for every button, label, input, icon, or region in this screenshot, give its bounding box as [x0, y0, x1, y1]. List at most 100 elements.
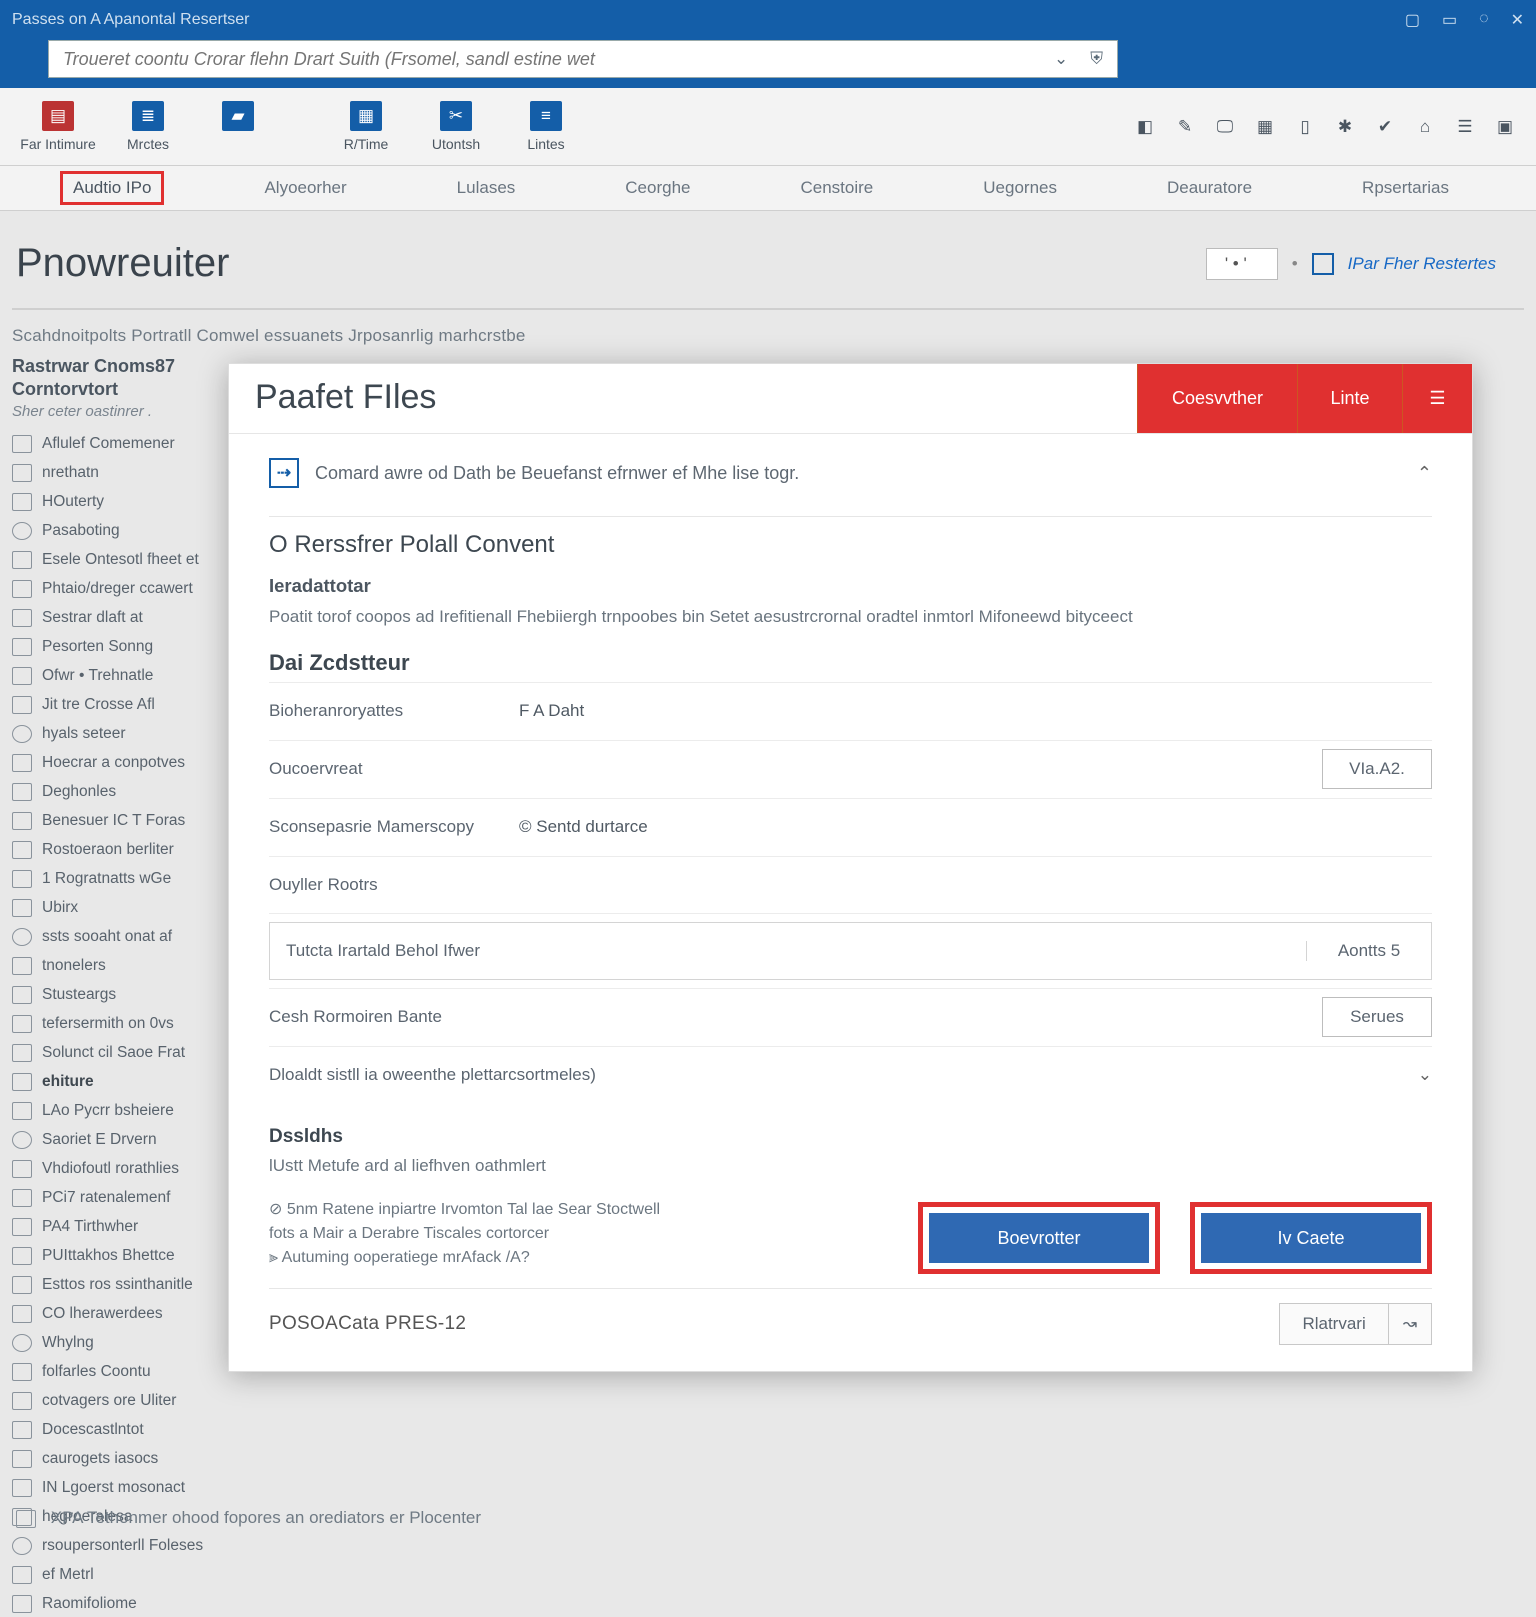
boevrotter-button[interactable]: Boevrotter: [929, 1213, 1149, 1263]
tab-deauratore[interactable]: Deauratore: [1157, 174, 1262, 202]
ribbon-item-rtime[interactable]: ▦R/Time: [326, 101, 406, 152]
sidebar-item[interactable]: HOuterty: [12, 488, 237, 515]
sidebar-item[interactable]: caurogets iasocs: [12, 1445, 237, 1472]
sidebar-item-icon: [12, 1015, 32, 1033]
footer-button[interactable]: Rlatrvari: [1279, 1303, 1388, 1345]
doc-icon[interactable]: ▯: [1292, 114, 1318, 140]
row-cesh: Cesh Rormoiren Bante Serues: [269, 988, 1432, 1046]
doc-icon[interactable]: [1312, 253, 1334, 275]
sidebar-item[interactable]: ef Metrl: [12, 1561, 237, 1588]
sidebar-item[interactable]: Jit tre Crosse Afl: [12, 691, 237, 718]
bars-icon[interactable]: ☰: [1452, 114, 1478, 140]
collapse-icon[interactable]: ⌃: [1417, 463, 1432, 484]
sidebar-item[interactable]: PA4 Tirthwher: [12, 1213, 237, 1240]
sidebar-item[interactable]: Ubirx: [12, 894, 237, 921]
window-help-icon[interactable]: ◌: [1479, 10, 1489, 30]
sidebar-item-label: Ubirx: [42, 899, 78, 917]
sidebar-item[interactable]: ssts sooaht onat af: [12, 923, 237, 950]
ribbon-item-mrctes[interactable]: ≣Mrctes: [108, 101, 188, 152]
sidebar-item[interactable]: Sestrar dlaft at: [12, 604, 237, 631]
sidebar-item[interactable]: nrethatn: [12, 459, 237, 486]
cube-icon[interactable]: ◧: [1132, 114, 1158, 140]
gear-icon[interactable]: ✱: [1332, 114, 1358, 140]
pencil-icon[interactable]: ✎: [1172, 114, 1198, 140]
dialog-hdr-secondary[interactable]: Linte: [1297, 364, 1402, 433]
tab-censtoire[interactable]: Censtoire: [791, 174, 884, 202]
iv-caete-button[interactable]: Iv Caete: [1201, 1213, 1421, 1263]
sidebar-item[interactable]: Pasaboting: [12, 517, 237, 544]
sidebar-item[interactable]: Solunct cil Saoe Frat: [12, 1039, 237, 1066]
shield-icon[interactable]: ⛨: [1090, 49, 1103, 69]
tab-lulases[interactable]: Lulases: [447, 174, 526, 202]
sidebar-item[interactable]: Rostoeraon berliter: [12, 836, 237, 863]
dialog-hdr-primary[interactable]: Coesvvther: [1137, 364, 1297, 433]
sidebar-item[interactable]: hyals seteer: [12, 720, 237, 747]
tab-uegornes[interactable]: Uegornes: [973, 174, 1067, 202]
window-controls: ▢ ▭ ◌ ✕: [1405, 10, 1524, 30]
header-link[interactable]: IPar Fher Restertes: [1348, 254, 1496, 274]
sidebar-item[interactable]: CO lherawerdees: [12, 1300, 237, 1327]
ribbon: ▤Far Intimure ≣Mrctes ▰R/Time ▦R/Time ✂U…: [0, 88, 1536, 166]
sidebar-item[interactable]: Pesorten Sonng: [12, 633, 237, 660]
note-line-3: ⫸ Autuming ooperatiege mrAfack /A?: [269, 1246, 660, 1270]
dialog-hdr-menu-icon[interactable]: ☰: [1402, 364, 1472, 433]
sidebar-item[interactable]: ehiture: [12, 1068, 237, 1095]
sidebar-item[interactable]: PUIttakhos Bhettce: [12, 1242, 237, 1269]
sidebar-item-label: Stusteargs: [42, 986, 116, 1004]
row-disclosure[interactable]: Dloaldt sistll ia oweenthe plettarcsortm…: [269, 1046, 1432, 1104]
tab-alyo[interactable]: Alyoeorher: [254, 174, 356, 202]
sidebar-item[interactable]: Hoecrar a conpotves: [12, 749, 237, 776]
window-restore-icon[interactable]: ▭: [1442, 10, 1457, 30]
search-box[interactable]: ⌄ ⛨: [48, 40, 1118, 78]
sidebar-item[interactable]: IN Lgoerst mosonact: [12, 1474, 237, 1501]
aontts-button[interactable]: Aontts 5: [1306, 941, 1431, 961]
tab-rpsertarias[interactable]: Rpsertarias: [1352, 174, 1459, 202]
sidebar-item[interactable]: Vhdiofoutl rorathlies: [12, 1155, 237, 1182]
sidebar-item[interactable]: Saoriet E Drvern: [12, 1126, 237, 1153]
ribbon-item-notes[interactable]: ▰R/Time: [198, 101, 278, 152]
tab-ceorghe[interactable]: Ceorghe: [615, 174, 700, 202]
sidebar-item[interactable]: rsoupersonterll Foleses: [12, 1532, 237, 1559]
monitor-icon[interactable]: 🖵: [1212, 114, 1238, 140]
chevron-down-icon[interactable]: ⌄: [1418, 1065, 1432, 1085]
sidebar-item[interactable]: Esttos ros ssinthanitle: [12, 1271, 237, 1298]
sidebar-item[interactable]: Benesuer IC T Foras: [12, 807, 237, 834]
home-icon[interactable]: ⌂: [1412, 114, 1438, 140]
footer-arrow-icon[interactable]: ↝: [1389, 1303, 1432, 1345]
ribbon-item-utontsh[interactable]: ✂Utontsh: [416, 101, 496, 152]
sidebar-item[interactable]: Ofwr • Trehnatle: [12, 662, 237, 689]
tab-audtio[interactable]: Audtio IPo: [60, 171, 164, 205]
sidebar-item[interactable]: Docescastlntot: [12, 1416, 237, 1443]
sidebar-item[interactable]: Aflulef Comemener: [12, 430, 237, 457]
app-icon[interactable]: ▣: [1492, 114, 1518, 140]
sidebar-item[interactable]: LAo Pycrr bsheiere: [12, 1097, 237, 1124]
sidebar-item[interactable]: folfarles Coontu: [12, 1358, 237, 1385]
sidebar-item-icon: [12, 1305, 32, 1323]
dialog-header: Paafet FIles Coesvvther Linte ☰: [229, 364, 1472, 434]
sidebar-item-icon: [12, 725, 32, 743]
dropdown-caret-icon[interactable]: ⌄: [1054, 49, 1068, 69]
sidebar-item[interactable]: Raomifoliome: [12, 1590, 237, 1617]
grid-icon[interactable]: ▦: [1252, 114, 1278, 140]
serues-button[interactable]: Serues: [1322, 997, 1432, 1037]
sidebar-item[interactable]: tefersermith on 0vs: [12, 1010, 237, 1037]
sidebar-item[interactable]: cotvagers ore Uliter: [12, 1387, 237, 1414]
sidebar-item[interactable]: Whylng: [12, 1329, 237, 1356]
sidebar-item-icon: [12, 1334, 32, 1352]
ribbon-item-far[interactable]: ▤Far Intimure: [18, 101, 98, 152]
search-input[interactable]: [63, 49, 1033, 70]
sidebar-item[interactable]: Stusteargs: [12, 981, 237, 1008]
page-counter[interactable]: ' • ': [1206, 248, 1278, 280]
ribbon-item-lintes[interactable]: ≡Lintes: [506, 101, 586, 152]
window-min-icon[interactable]: ▢: [1405, 10, 1420, 30]
sidebar-item[interactable]: PCi7 ratenalemenf: [12, 1184, 237, 1211]
via-button[interactable]: VIa.A2.: [1322, 749, 1432, 789]
sidebar-item-icon: [12, 1218, 32, 1236]
window-close-icon[interactable]: ✕: [1511, 10, 1524, 30]
check-icon[interactable]: ✔: [1372, 114, 1398, 140]
sidebar-item[interactable]: tnonelers: [12, 952, 237, 979]
sidebar-item[interactable]: Esele Ontesotl fheet et: [12, 546, 237, 573]
sidebar-item[interactable]: Deghonles: [12, 778, 237, 805]
sidebar-item[interactable]: Phtaio/dreger ccawert: [12, 575, 237, 602]
sidebar-item[interactable]: 1 Rogratnatts wGe: [12, 865, 237, 892]
